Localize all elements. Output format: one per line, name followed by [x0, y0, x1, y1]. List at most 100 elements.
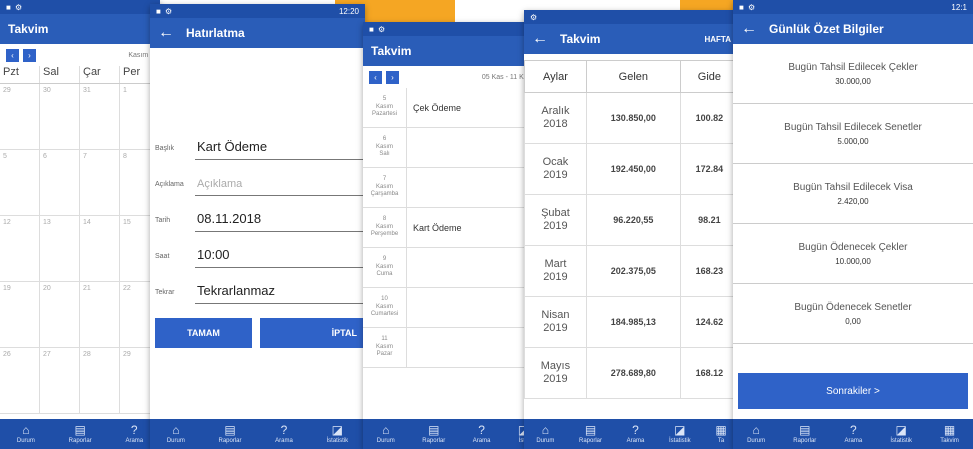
day-cell[interactable]: 27 — [40, 348, 80, 413]
aciklama-input[interactable]: Açıklama — [195, 178, 365, 196]
nav-raporlar[interactable]: ▤ Raporlar — [219, 424, 242, 444]
nav-arama[interactable]: ? Arama — [275, 424, 293, 444]
summary-title: Bugün Tahsil Edilecek Çekler — [788, 61, 918, 73]
question-icon: ? — [130, 423, 138, 437]
event-weekday: Çarşamba — [370, 191, 399, 198]
day-cell[interactable]: 29 — [0, 84, 40, 149]
nav-label: Arama — [626, 438, 645, 444]
day-cell[interactable]: 13 — [40, 216, 80, 281]
nav-istatistik[interactable]: ◪ İstatistik — [890, 424, 912, 444]
week-controls: ‹ › 05 Kas - 11 Kas 1 — [363, 66, 543, 88]
nav-takvim[interactable]: ▦ Ta — [715, 424, 726, 444]
nav-raporlar[interactable]: ▤ Raporlar — [422, 424, 445, 444]
event-row[interactable]: 5 Kasım Pazartesi Çek Ödeme — [363, 88, 543, 128]
gelen-cell: 192.450,00 — [585, 143, 681, 195]
field-label: Başlık — [155, 145, 175, 152]
day-cell[interactable]: 28 — [80, 348, 120, 413]
table-row[interactable]: Mart 2019 202.375,05 168.23 — [524, 245, 739, 297]
calendar-controls: ‹ › Kasım 2 — [0, 44, 160, 66]
event-day: 7 — [382, 175, 387, 182]
day-cell[interactable]: 12 — [0, 216, 40, 281]
nav-arama[interactable]: ? Arama — [845, 424, 863, 444]
event-row[interactable]: 11 Kasım Pazar — [363, 328, 543, 368]
nav-label: Arama — [472, 438, 491, 444]
giden-cell: 172.84 — [679, 143, 739, 195]
next-button[interactable]: › — [386, 70, 399, 84]
day-cell[interactable]: 7 — [80, 150, 120, 215]
nav-label: Durum — [166, 438, 185, 444]
giden-cell: 98.21 — [679, 194, 739, 246]
nav-istatistik[interactable]: ◪ İstatistik — [327, 424, 349, 444]
month-cell: Mart 2019 — [524, 245, 587, 297]
back-arrow-icon[interactable]: ← — [741, 20, 757, 38]
event-row[interactable]: 9 Kasım Cuma — [363, 248, 543, 288]
nav-arama[interactable]: ? Arama — [125, 424, 143, 444]
back-arrow-icon[interactable]: ← — [158, 24, 174, 42]
day-cell[interactable]: 14 — [80, 216, 120, 281]
table-row[interactable]: Aralık 2018 130.850,00 100.82 — [524, 92, 739, 144]
day-cell[interactable]: 26 — [0, 348, 40, 413]
day-cell[interactable]: 20 — [40, 282, 80, 347]
summary-item[interactable]: Bugün Tahsil Edilecek Senetler 5.000,00 — [733, 104, 973, 164]
nav-raporlar[interactable]: ▤ Raporlar — [793, 424, 816, 444]
nav-arama[interactable]: ? Arama — [627, 424, 645, 444]
back-arrow-icon[interactable]: ← — [532, 30, 548, 48]
day-cell[interactable]: 19 — [0, 282, 40, 347]
app-header: ← Günlük Özet Bilgiler — [733, 14, 973, 44]
chart-icon: ◪ — [895, 423, 907, 437]
summary-item[interactable]: Bugün Tahsil Edilecek Visa 2.420,00 — [733, 164, 973, 224]
nav-label: Durum — [376, 438, 395, 444]
giden-cell: 168.23 — [679, 245, 739, 297]
event-weekday: Cuma — [376, 271, 393, 278]
prev-button[interactable]: ‹ — [369, 70, 382, 84]
tarih-field: Tarih 08.11.2018 — [155, 196, 365, 232]
nav-arama[interactable]: ? Arama — [473, 424, 491, 444]
nav-durum[interactable]: ⌂ Durum — [747, 424, 765, 444]
prev-button[interactable]: ‹ — [6, 48, 19, 62]
nav-label: Ta — [717, 438, 725, 444]
event-row[interactable]: 10 Kasım Cumartesi — [363, 288, 543, 328]
event-list: 5 Kasım Pazartesi Çek Ödeme 6 Kasım Salı 7 Kasım… — [363, 88, 543, 368]
week-tab[interactable]: HAFTA — [704, 35, 731, 44]
table-row[interactable]: Nisan 2019 184.985,13 124.62 — [524, 296, 739, 348]
bottom-nav: ⌂Durum ▤Raporlar ?Arama ◪İsta — [363, 419, 543, 449]
ok-button[interactable]: TAMAM — [155, 318, 252, 348]
tarih-input[interactable]: 08.11.2018 — [195, 211, 365, 232]
event-row[interactable]: 8 Kasım Perşembe Kart Ödeme — [363, 208, 543, 248]
summary-item[interactable]: Bugün Ödenecek Çekler 10.000,00 — [733, 224, 973, 284]
summary-title: Bugün Tahsil Edilecek Senetler — [784, 121, 922, 133]
day-cell[interactable]: 6 — [40, 150, 80, 215]
event-date: 7 Kasım Çarşamba — [363, 168, 407, 207]
table-row[interactable]: Şubat 2019 96.220,55 98.21 — [524, 194, 739, 246]
nav-durum[interactable]: ⌂ Durum — [377, 424, 395, 444]
summary-item[interactable]: Bugün Tahsil Edilecek Çekler 30.000,00 — [733, 44, 973, 104]
next-button[interactable]: › — [23, 48, 36, 62]
tekrar-select[interactable]: Tekrarlanmaz — [195, 283, 365, 304]
nav-durum[interactable]: ⌂ Durum — [17, 424, 35, 444]
event-row[interactable]: 6 Kasım Salı — [363, 128, 543, 168]
event-row[interactable]: 7 Kasım Çarşamba — [363, 168, 543, 208]
day-cell[interactable]: 21 — [80, 282, 120, 347]
day-cell[interactable]: 30 — [40, 84, 80, 149]
nav-durum[interactable]: ⌂ Durum — [536, 424, 554, 444]
day-cell[interactable]: 5 — [0, 150, 40, 215]
month-cell: Nisan 2019 — [524, 296, 587, 348]
saat-input[interactable]: 10:00 — [195, 247, 365, 268]
table-row[interactable]: Mayıs 2019 278.689,80 168.12 — [524, 347, 739, 399]
summary-item[interactable]: Bugün Ödenecek Senetler 0,00 — [733, 284, 973, 344]
nav-raporlar[interactable]: ▤ Raporlar — [579, 424, 602, 444]
nav-durum[interactable]: ⌂ Durum — [167, 424, 185, 444]
nav-takvim[interactable]: ▦ Takvim — [940, 424, 959, 444]
status-bar: ■ ⚙ — [363, 22, 543, 36]
next-button[interactable]: Sonrakiler > — [738, 373, 968, 409]
table-row[interactable]: Ocak 2019 192.450,00 172.84 — [524, 143, 739, 195]
nav-raporlar[interactable]: ▤ Raporlar — [69, 424, 92, 444]
gelen-cell: 202.375,05 — [585, 245, 681, 297]
phone-monthly-table: ⚙ ← Takvim HAFTA Aylar Gelen Gide Aralık 20… — [524, 10, 739, 449]
calendar-week-row: 5678 — [0, 150, 160, 216]
day-cell[interactable]: 31 — [80, 84, 120, 149]
nav-istatistik[interactable]: ◪ İstatistik — [669, 424, 691, 444]
baslik-input[interactable]: Kart Ödeme — [195, 139, 365, 160]
building-icon: ⌂ — [541, 423, 549, 437]
cancel-button[interactable]: İPTAL — [260, 318, 365, 348]
